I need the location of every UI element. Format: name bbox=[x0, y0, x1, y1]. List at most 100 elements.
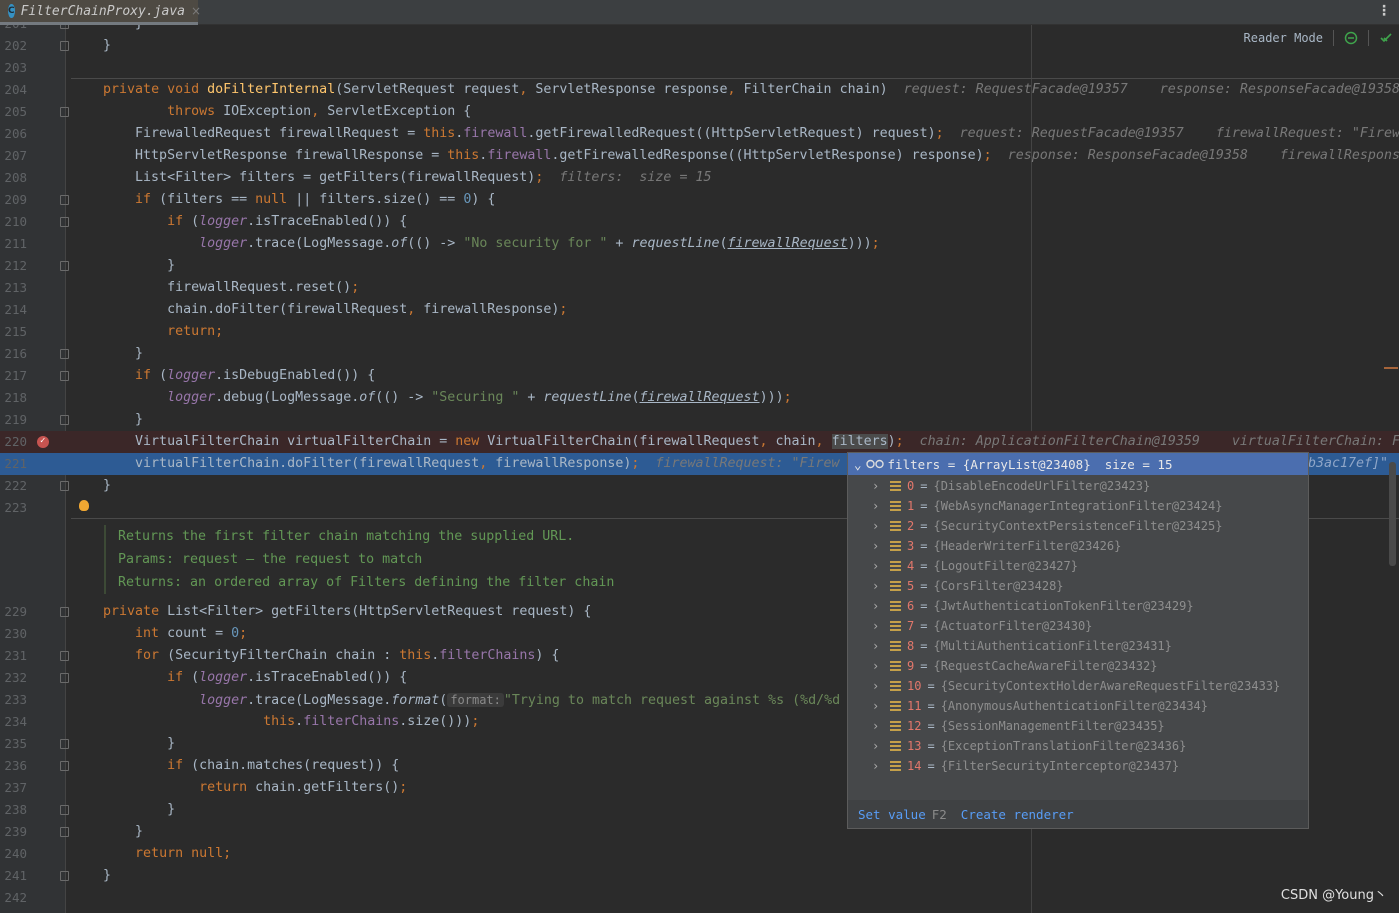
line-number[interactable]: 230 bbox=[0, 623, 27, 645]
code-line[interactable]: 204 private void doFilterInternal(Servle… bbox=[0, 79, 1399, 101]
popup-list-item[interactable]: › 3 = {HeaderWriterFilter@23426} bbox=[848, 536, 1308, 556]
fold-marker-icon[interactable] bbox=[60, 651, 69, 661]
line-number[interactable]: 202 bbox=[0, 35, 27, 57]
line-number[interactable]: 213 bbox=[0, 277, 27, 299]
line-number[interactable]: 208 bbox=[0, 167, 27, 189]
line-number[interactable]: 236 bbox=[0, 755, 27, 777]
line-number[interactable]: 221 bbox=[0, 453, 27, 475]
code-line[interactable]: 213 firewallRequest.reset(); bbox=[0, 277, 1399, 299]
code-line[interactable]: 242 bbox=[0, 887, 1399, 909]
line-number[interactable]: 241 bbox=[0, 865, 27, 887]
close-icon[interactable]: × bbox=[191, 4, 201, 18]
line-number[interactable]: 220 bbox=[0, 431, 27, 453]
line-number[interactable]: 205 bbox=[0, 101, 27, 123]
error-stripe-mark[interactable] bbox=[1384, 367, 1398, 369]
code-line[interactable]: 209 if (filters == null || filters.size(… bbox=[0, 189, 1399, 211]
chevron-right-icon[interactable]: › bbox=[872, 739, 884, 753]
popup-list-item[interactable]: › 13 = {ExceptionTranslationFilter@23436} bbox=[848, 736, 1308, 756]
popup-list-item[interactable]: › 4 = {LogoutFilter@23427} bbox=[848, 556, 1308, 576]
line-number[interactable]: 240 bbox=[0, 843, 27, 865]
create-renderer-link[interactable]: Create renderer bbox=[961, 807, 1074, 822]
fold-marker-icon[interactable] bbox=[60, 871, 69, 881]
fold-marker-icon[interactable] bbox=[60, 107, 69, 117]
code-line[interactable]: 202 } bbox=[0, 35, 1399, 57]
code-line[interactable]: 206 FirewalledRequest firewallRequest = … bbox=[0, 123, 1399, 145]
fold-marker-icon[interactable] bbox=[60, 481, 69, 491]
line-number[interactable]: 242 bbox=[0, 887, 27, 909]
popup-list-item[interactable]: › 6 = {JwtAuthenticationTokenFilter@23429} bbox=[848, 596, 1308, 616]
breakpoint-icon[interactable] bbox=[37, 430, 49, 452]
chevron-down-icon[interactable]: ⌄ bbox=[854, 457, 862, 472]
popup-list-item[interactable]: › 12 = {SessionManagementFilter@23435} bbox=[848, 716, 1308, 736]
chevron-right-icon[interactable]: › bbox=[872, 659, 884, 673]
lightbulb-icon[interactable] bbox=[79, 500, 89, 511]
line-number[interactable]: 223 bbox=[0, 497, 27, 519]
chevron-right-icon[interactable]: › bbox=[872, 599, 884, 613]
code-line[interactable]: 214 chain.doFilter(firewallRequest, fire… bbox=[0, 299, 1399, 321]
code-line[interactable]: 218 logger.debug(LogMessage.of(() -> "Se… bbox=[0, 387, 1399, 409]
line-number[interactable]: 210 bbox=[0, 211, 27, 233]
line-number[interactable]: 214 bbox=[0, 299, 27, 321]
popup-list-item[interactable]: › 2 = {SecurityContextPersistenceFilter@234… bbox=[848, 516, 1308, 536]
line-number[interactable]: 233 bbox=[0, 689, 27, 711]
line-number[interactable]: 206 bbox=[0, 123, 27, 145]
popup-list-item[interactable]: › 0 = {DisableEncodeUrlFilter@23423} bbox=[848, 476, 1308, 496]
code-line[interactable]: 219 } bbox=[0, 409, 1399, 431]
popup-list-item[interactable]: › 7 = {ActuatorFilter@23430} bbox=[848, 616, 1308, 636]
line-number[interactable]: 215 bbox=[0, 321, 27, 343]
code-line[interactable]: 241 } bbox=[0, 865, 1399, 887]
line-number[interactable]: 238 bbox=[0, 799, 27, 821]
fold-marker-icon[interactable] bbox=[60, 41, 69, 51]
line-number[interactable]: 209 bbox=[0, 189, 27, 211]
code-line[interactable]: 211 logger.trace(LogMessage.of(() -> "No… bbox=[0, 233, 1399, 255]
code-line[interactable]: 212 } bbox=[0, 255, 1399, 277]
popup-list-item[interactable]: › 9 = {RequestCacheAwareFilter@23432} bbox=[848, 656, 1308, 676]
line-number[interactable]: 204 bbox=[0, 79, 27, 101]
fold-marker-icon[interactable] bbox=[60, 371, 69, 381]
chevron-right-icon[interactable]: › bbox=[872, 479, 884, 493]
fold-marker-icon[interactable] bbox=[60, 195, 69, 205]
fold-marker-icon[interactable] bbox=[60, 827, 69, 837]
popup-list-item[interactable]: › 1 = {WebAsyncManagerIntegrationFilter@234… bbox=[848, 496, 1308, 516]
code-line[interactable]: 207 HttpServletResponse firewallResponse… bbox=[0, 145, 1399, 167]
fold-marker-icon[interactable] bbox=[60, 607, 69, 617]
fold-marker-icon[interactable] bbox=[60, 261, 69, 271]
code-line[interactable]: 215 return; bbox=[0, 321, 1399, 343]
vertical-scrollbar[interactable] bbox=[1389, 462, 1396, 566]
popup-list-item[interactable]: › 11 = {AnonymousAuthenticationFilter@23434… bbox=[848, 696, 1308, 716]
tab-filterchainproxy[interactable]: C FilterChainProxy.java × bbox=[0, 0, 201, 25]
popup-list-item[interactable]: › 5 = {CorsFilter@23428} bbox=[848, 576, 1308, 596]
popup-list-item[interactable]: › 10 = {SecurityContextHolderAwareRequestFi… bbox=[848, 676, 1308, 696]
line-number[interactable]: 212 bbox=[0, 255, 27, 277]
line-number[interactable]: 235 bbox=[0, 733, 27, 755]
line-number[interactable]: 234 bbox=[0, 711, 27, 733]
chevron-right-icon[interactable]: › bbox=[872, 679, 884, 693]
chevron-right-icon[interactable]: › bbox=[872, 639, 884, 653]
fold-marker-icon[interactable] bbox=[60, 805, 69, 815]
fold-marker-icon[interactable] bbox=[60, 217, 69, 227]
popup-list-item[interactable]: › 8 = {MultiAuthenticationFilter@23431} bbox=[848, 636, 1308, 656]
popup-list-item[interactable]: › 14 = {FilterSecurityInterceptor@23437} bbox=[848, 756, 1308, 776]
line-number[interactable]: 217 bbox=[0, 365, 27, 387]
line-number[interactable]: 219 bbox=[0, 409, 27, 431]
line-number[interactable]: 232 bbox=[0, 667, 27, 689]
line-number[interactable]: 229 bbox=[0, 601, 27, 623]
fold-marker-icon[interactable] bbox=[60, 349, 69, 359]
fold-marker-icon[interactable] bbox=[60, 761, 69, 771]
code-line[interactable]: 217 if (logger.isDebugEnabled()) { bbox=[0, 365, 1399, 387]
line-number[interactable]: 211 bbox=[0, 233, 27, 255]
breakpoint-line[interactable]: 220 VirtualFilterChain virtualFilterChai… bbox=[0, 430, 1399, 453]
line-number[interactable]: 207 bbox=[0, 145, 27, 167]
fold-marker-icon[interactable] bbox=[60, 673, 69, 683]
fold-marker-icon[interactable] bbox=[60, 415, 69, 425]
popup-header-row[interactable]: ⌄ filters = {ArrayList@23408} size = 15 bbox=[848, 453, 1308, 475]
line-number[interactable]: 216 bbox=[0, 343, 27, 365]
chevron-right-icon[interactable]: › bbox=[872, 579, 884, 593]
set-value-link[interactable]: Set value bbox=[858, 807, 926, 822]
chevron-right-icon[interactable]: › bbox=[872, 719, 884, 733]
code-line[interactable]: 205 throws IOException, ServletException… bbox=[0, 101, 1399, 123]
chevron-right-icon[interactable]: › bbox=[872, 559, 884, 573]
line-number[interactable]: 231 bbox=[0, 645, 27, 667]
chevron-right-icon[interactable]: › bbox=[872, 699, 884, 713]
code-line[interactable]: 240 return null; bbox=[0, 843, 1399, 865]
